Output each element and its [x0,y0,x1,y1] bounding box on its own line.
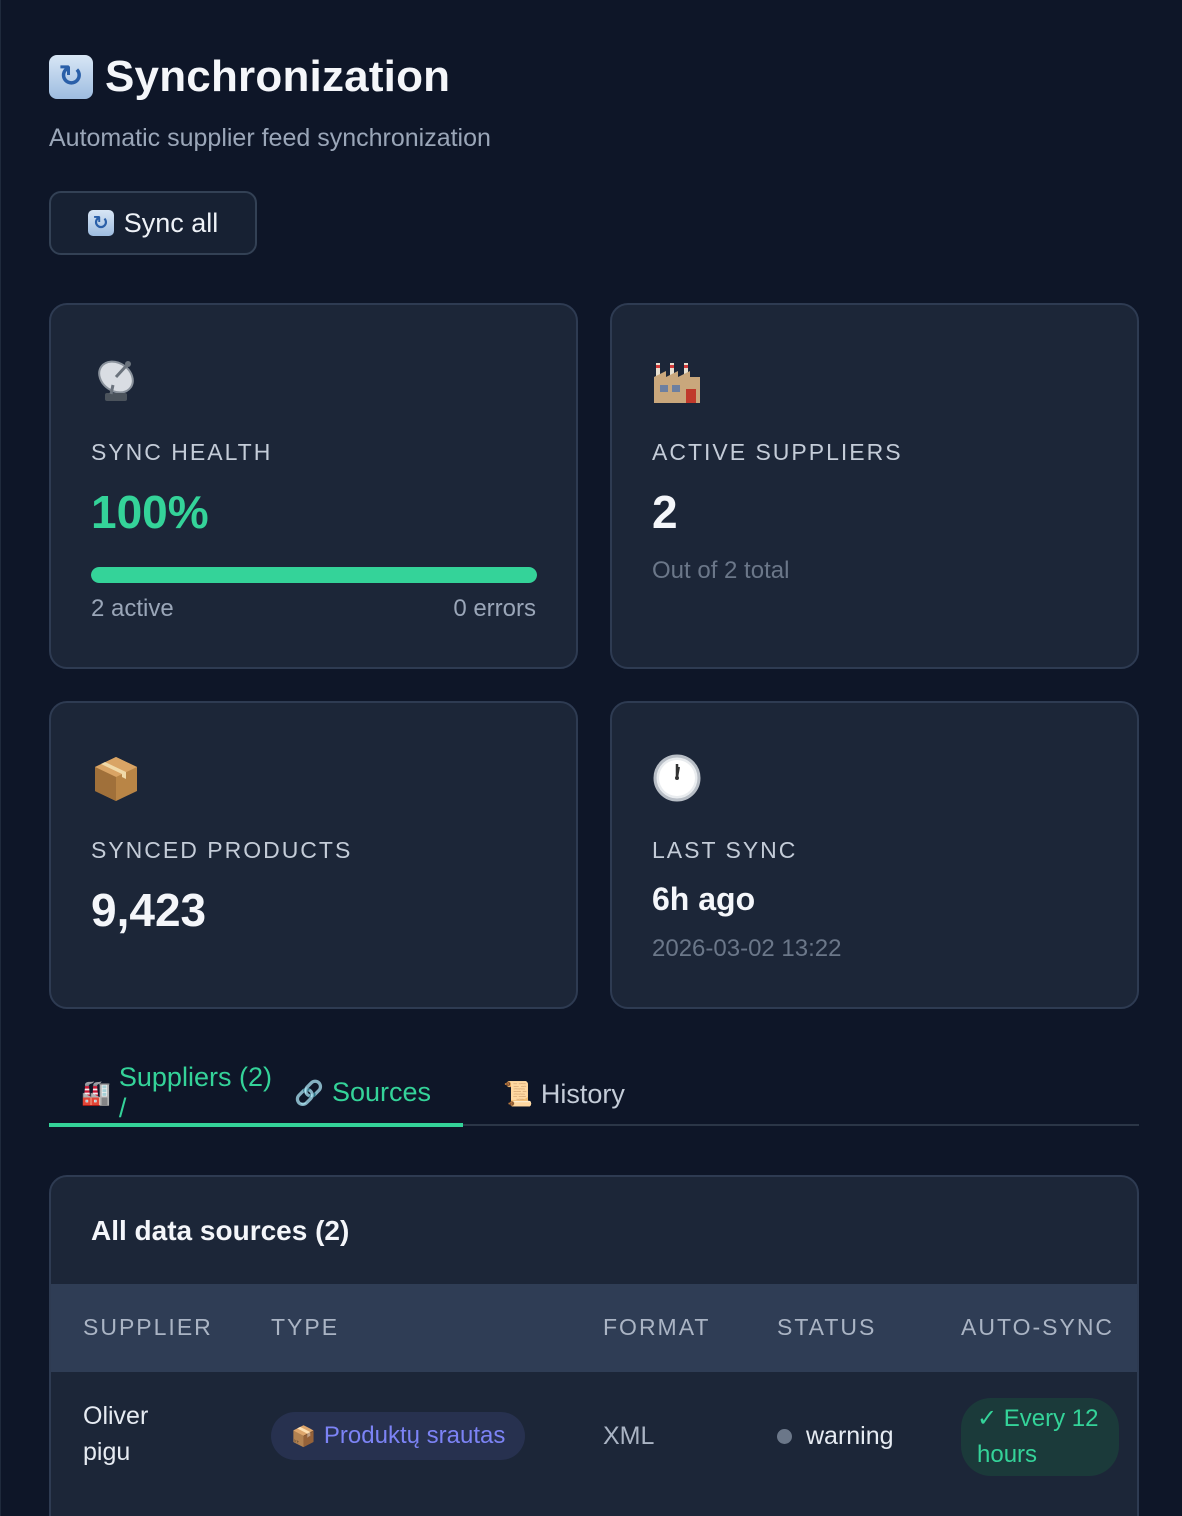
check-icon: ✓ [977,1405,998,1432]
sync-health-value: 100% [91,486,209,538]
sync-arrows-icon: ↻ [49,55,93,99]
link-icon: 🔗 [294,1078,324,1107]
column-header-type: TYPE [271,1314,340,1340]
error-count: 0 errors [453,595,536,622]
active-suppliers-label: Active suppliers [652,439,903,465]
last-sync-label: Last sync [652,837,798,863]
type-badge: 📦 Produktų srautas [271,1412,526,1460]
supplier-sub: pigu [83,1438,131,1466]
clock-icon [653,754,701,802]
auto-sync-badge: ✓ Every 12 hours [961,1398,1119,1476]
column-header-supplier: SUPPLIER [83,1314,213,1340]
auto-sync-unit: hours [977,1441,1038,1468]
synced-products-value: 9,423 [91,884,207,936]
satellite-dish-icon [98,360,134,401]
tab-sources-label: Sources [331,1077,431,1107]
sync-health-progress-fill [91,567,537,583]
active-suppliers-value: 2 [652,486,678,538]
table-title: All data sources (2) [91,1215,350,1246]
tab-suppliers-sources[interactable]: 🏭 Suppliers (2) / 🔗 Sources [49,1062,463,1127]
tab-history[interactable]: 📜 History [471,1062,657,1126]
factory-icon [654,363,700,403]
sync-health-card: Sync health 100% 2 active 0 errors [49,303,578,669]
data-sources-table-card: All data sources (2) SUPPLIER TYPE FORMA… [49,1175,1139,1516]
supplier-name: Oliver [83,1402,149,1430]
factory-icon: 🏭 [81,1078,111,1107]
table-header: SUPPLIER TYPE FORMAT STATUS AUTO-SYNC [51,1284,1137,1372]
last-sync-value: 6h ago [652,881,756,917]
page-subtitle: Automatic supplier feed synchronization [49,124,491,152]
sync-health-progress [91,567,537,583]
status-cell: warning [777,1422,894,1451]
tab-suppliers-label: Suppliers (2) / [118,1061,272,1123]
format-cell: XML [603,1422,655,1450]
sync-all-label: Sync all [123,207,219,238]
active-suppliers-card: Active suppliers 2 Out of 2 total [610,303,1139,669]
synced-products-card: Synced products 9,423 [49,701,578,1009]
column-header-status: STATUS [777,1314,877,1340]
scroll-icon: 📜 [503,1080,533,1108]
sync-all-button[interactable]: ↻ Sync all [49,191,257,255]
column-header-format: FORMAT [603,1314,711,1340]
sync-health-label: Sync health [91,439,273,465]
page-title: Synchronization [105,52,451,101]
package-icon [95,757,137,801]
table-row[interactable]: Oliver pigu 📦 Produktų srautas XML warni… [51,1372,1137,1512]
active-suppliers-note: Out of 2 total [652,557,790,584]
active-count: 2 active [91,595,174,622]
page-header: ↻ Synchronization [49,52,450,102]
supplier-cell: Oliver pigu [83,1398,148,1470]
tab-history-label: History [540,1078,625,1109]
auto-sync-interval: Every 12 [1003,1405,1099,1432]
last-sync-card: Last sync 6h ago 2026-03-02 13:22 [610,701,1139,1009]
column-header-auto-sync: AUTO-SYNC [961,1314,1115,1340]
tab-bar: 🏭 Suppliers (2) / 🔗 Sources 📜 History [49,1062,1139,1127]
sync-arrows-icon: ↻ [87,210,114,236]
type-label: Produktų srautas [323,1422,506,1449]
package-icon: 📦 [291,1424,316,1448]
last-sync-timestamp: 2026-03-02 13:22 [652,935,842,962]
synced-products-label: Synced products [91,837,353,863]
status-dot-icon [777,1429,792,1444]
sync-page: ↻ Synchronization Automatic supplier fee… [0,0,1182,1516]
status-label: warning [806,1422,894,1450]
